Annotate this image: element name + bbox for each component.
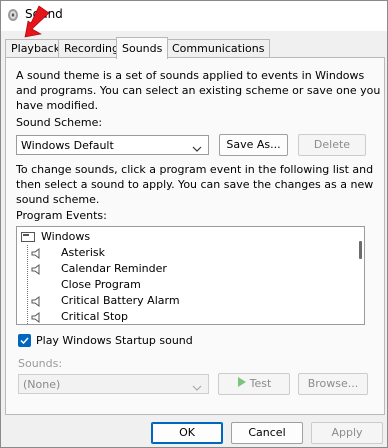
tab-communications[interactable]: Communications [166, 39, 271, 58]
speaker-icon [31, 312, 43, 324]
sound-dialog: Sound Playback Recording Sounds Communic… [0, 0, 388, 448]
annotation-arrow-icon [24, 5, 50, 38]
change-sounds-text: To change sounds, click a program event … [16, 163, 374, 206]
play-icon [237, 374, 247, 394]
startup-sound-checkbox[interactable] [18, 334, 31, 347]
speaker-icon [31, 264, 43, 280]
test-button[interactable]: Test [218, 373, 290, 395]
program-events-list[interactable]: Windows Asterisk Calendar Reminder Close… [16, 226, 365, 325]
chevron-down-icon [192, 380, 202, 391]
sound-scheme-label: Sound Scheme: [16, 116, 103, 129]
windows-group-icon-inner [23, 234, 29, 236]
apply-button[interactable]: Apply [311, 422, 383, 444]
tree-connector [27, 293, 28, 309]
chevron-down-icon [192, 141, 202, 152]
list-scrollbar[interactable] [359, 241, 362, 259]
tree-connector [27, 309, 28, 324]
tree-connector [27, 261, 28, 277]
startup-sound-label[interactable]: Play Windows Startup sound [36, 333, 193, 348]
sounds-panel: A sound theme is a set of sounds applied… [5, 57, 385, 415]
save-as-button[interactable]: Save As... [219, 134, 288, 156]
program-events-label: Program Events: [16, 209, 107, 222]
tab-sounds[interactable]: Sounds [116, 37, 169, 59]
delete-button[interactable]: Delete [298, 134, 366, 156]
ok-button[interactable]: OK [151, 422, 223, 444]
speaker-icon [31, 296, 43, 312]
cancel-button[interactable]: Cancel [231, 422, 303, 444]
browse-button[interactable]: Browse... [298, 373, 368, 395]
speaker-icon [31, 248, 43, 264]
sounds-label: Sounds: [18, 357, 63, 370]
theme-description: A sound theme is a set of sounds applied… [16, 69, 381, 112]
sound-scheme-dropdown[interactable]: Windows Default [16, 135, 209, 155]
tree-connector [27, 245, 28, 261]
checkmark-icon [20, 337, 29, 345]
tree-connector [27, 277, 28, 293]
sounds-dropdown[interactable]: (None) [18, 374, 209, 394]
